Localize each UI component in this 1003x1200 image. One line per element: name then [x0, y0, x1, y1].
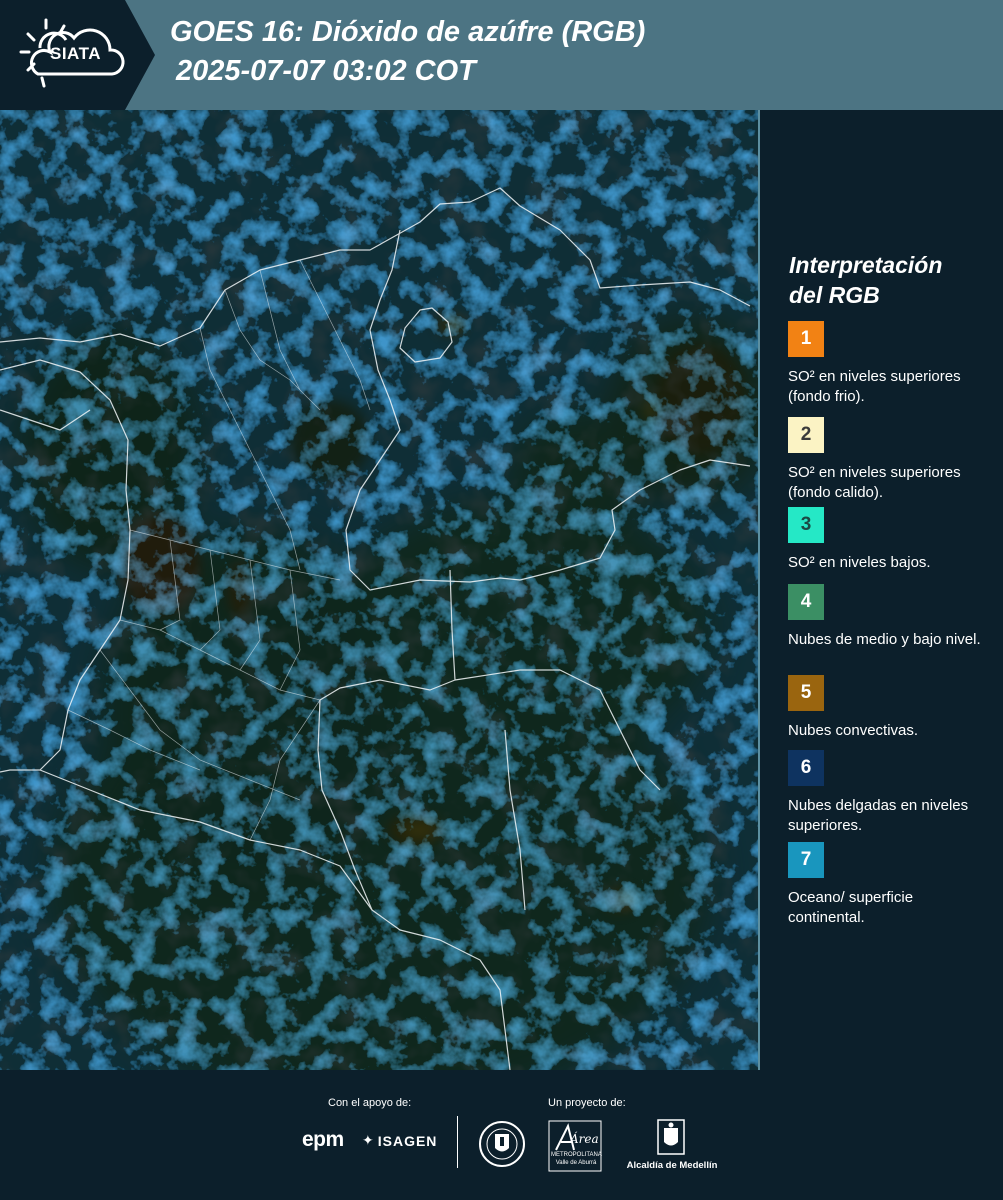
legend-swatch-3: 3 — [788, 507, 824, 543]
support-label: Con el apoyo de: — [328, 1097, 412, 1109]
epm-logo: epm — [302, 1128, 344, 1151]
legend-label-5: Nubes convectivas. — [788, 722, 919, 739]
area-metropolitana-logo: Área METROPOLITANA Valle de Aburrá — [548, 1120, 602, 1177]
isagen-logo: ✦ ISAGEN — [362, 1132, 437, 1149]
legend-swatch-7: 7 — [788, 842, 824, 878]
page-timestamp: 2025-07-07 03:02 COT — [176, 55, 476, 87]
satellite-image — [0, 110, 760, 1070]
legend-swatch-6: 6 — [788, 750, 824, 786]
legend-swatch-5: 5 — [788, 675, 824, 711]
footer-divider — [457, 1116, 458, 1168]
medellin-seal-icon — [478, 1120, 526, 1173]
legend-item-4: 4 Nubes de medio y bajo nivel. — [788, 584, 993, 650]
page-title: GOES 16: Dióxido de azúfre (RGB) — [170, 16, 646, 48]
siata-logo-text: SIATA — [50, 44, 101, 63]
legend-label-2: SO² en niveles superiores (fondo calido)… — [788, 464, 961, 501]
header-bar: SIATA GOES 16: Dióxido de azúfre (RGB) 2… — [0, 0, 1003, 110]
area-subtitle-2: Valle de Aburrá — [555, 1160, 597, 1166]
area-subtitle: METROPOLITANA — [551, 1152, 602, 1158]
legend-item-3: 3 SO² en niveles bajos. — [788, 507, 993, 573]
rgb-legend: Interpretación del RGB 1 SO² en niveles … — [760, 110, 1003, 1070]
siata-logo: SIATA — [0, 0, 155, 110]
legend-title-line2: del RGB — [789, 282, 880, 308]
legend-swatch-1: 1 — [788, 321, 824, 357]
alcaldia-shield-icon — [638, 1118, 704, 1161]
legend-item-2: 2 SO² en niveles superiores (fondo calid… — [788, 417, 993, 503]
legend-item-1: 1 SO² en niveles superiores (fondo frio)… — [788, 321, 993, 407]
footer: Con el apoyo de: Un proyecto de: epm ✦ I… — [0, 1070, 1003, 1200]
area-name: Área — [570, 1132, 599, 1146]
isagen-text: ISAGEN — [377, 1132, 438, 1149]
legend-item-7: 7 Oceano/ superficie continental. — [788, 842, 993, 928]
legend-title: Interpretación del RGB — [789, 250, 989, 310]
legend-swatch-4: 4 — [788, 584, 824, 620]
legend-label-7: Oceano/ superficie continental. — [788, 889, 914, 926]
legend-label-3: SO² en niveles bajos. — [788, 554, 931, 571]
legend-label-6: Nubes delgadas en niveles superiores. — [788, 797, 969, 834]
satellite-map[interactable] — [0, 110, 760, 1070]
legend-item-6: 6 Nubes delgadas en niveles superiores. — [788, 750, 993, 836]
legend-item-5: 5 Nubes convectivas. — [788, 675, 993, 741]
legend-label-4: Nubes de medio y bajo nivel. — [788, 631, 981, 648]
legend-label-1: SO² en niveles superiores (fondo frio). — [788, 368, 961, 405]
project-label: Un proyecto de: — [548, 1097, 626, 1109]
isagen-mark-icon: ✦ — [362, 1132, 375, 1148]
alcaldia-label: Alcaldía de Medellín — [626, 1160, 718, 1171]
legend-swatch-2: 2 — [788, 417, 824, 453]
legend-title-line1: Interpretación — [789, 252, 943, 278]
